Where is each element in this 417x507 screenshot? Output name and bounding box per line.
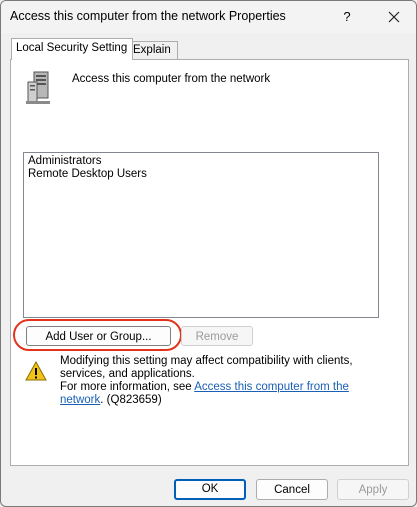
tab-panel: Access this computer from the network Ad… — [10, 59, 409, 466]
members-listbox[interactable]: Administrators Remote Desktop Users — [23, 152, 379, 318]
list-item[interactable]: Remote Desktop Users — [28, 168, 147, 181]
remove-button[interactable]: Remove — [181, 326, 253, 346]
server-icon — [23, 70, 55, 106]
warning-line2-prefix: For more information, see — [60, 381, 195, 393]
warning-line1: Modifying this setting may affect compat… — [60, 355, 353, 380]
list-item[interactable]: Administrators — [28, 155, 102, 168]
ok-button[interactable]: OK — [174, 479, 246, 500]
title-bar: Access this computer from the network Pr… — [1, 1, 416, 33]
close-icon — [388, 11, 400, 23]
close-button[interactable] — [383, 6, 405, 28]
tab-local-security-setting[interactable]: Local Security Setting — [11, 38, 133, 60]
warning-text: Modifying this setting may affect compat… — [60, 355, 390, 407]
add-user-or-group-button[interactable]: Add User or Group... — [26, 326, 171, 346]
policy-name: Access this computer from the network — [72, 73, 271, 85]
properties-dialog: Access this computer from the network Pr… — [0, 0, 417, 507]
warning-icon — [25, 360, 47, 381]
tab-explain[interactable]: Explain — [128, 41, 178, 59]
cancel-button[interactable]: Cancel — [256, 479, 328, 500]
apply-button[interactable]: Apply — [337, 479, 409, 500]
warning-line2-suffix: . (Q823659) — [100, 394, 162, 406]
help-button[interactable]: ? — [336, 6, 358, 28]
window-title: Access this computer from the network Pr… — [10, 9, 286, 23]
